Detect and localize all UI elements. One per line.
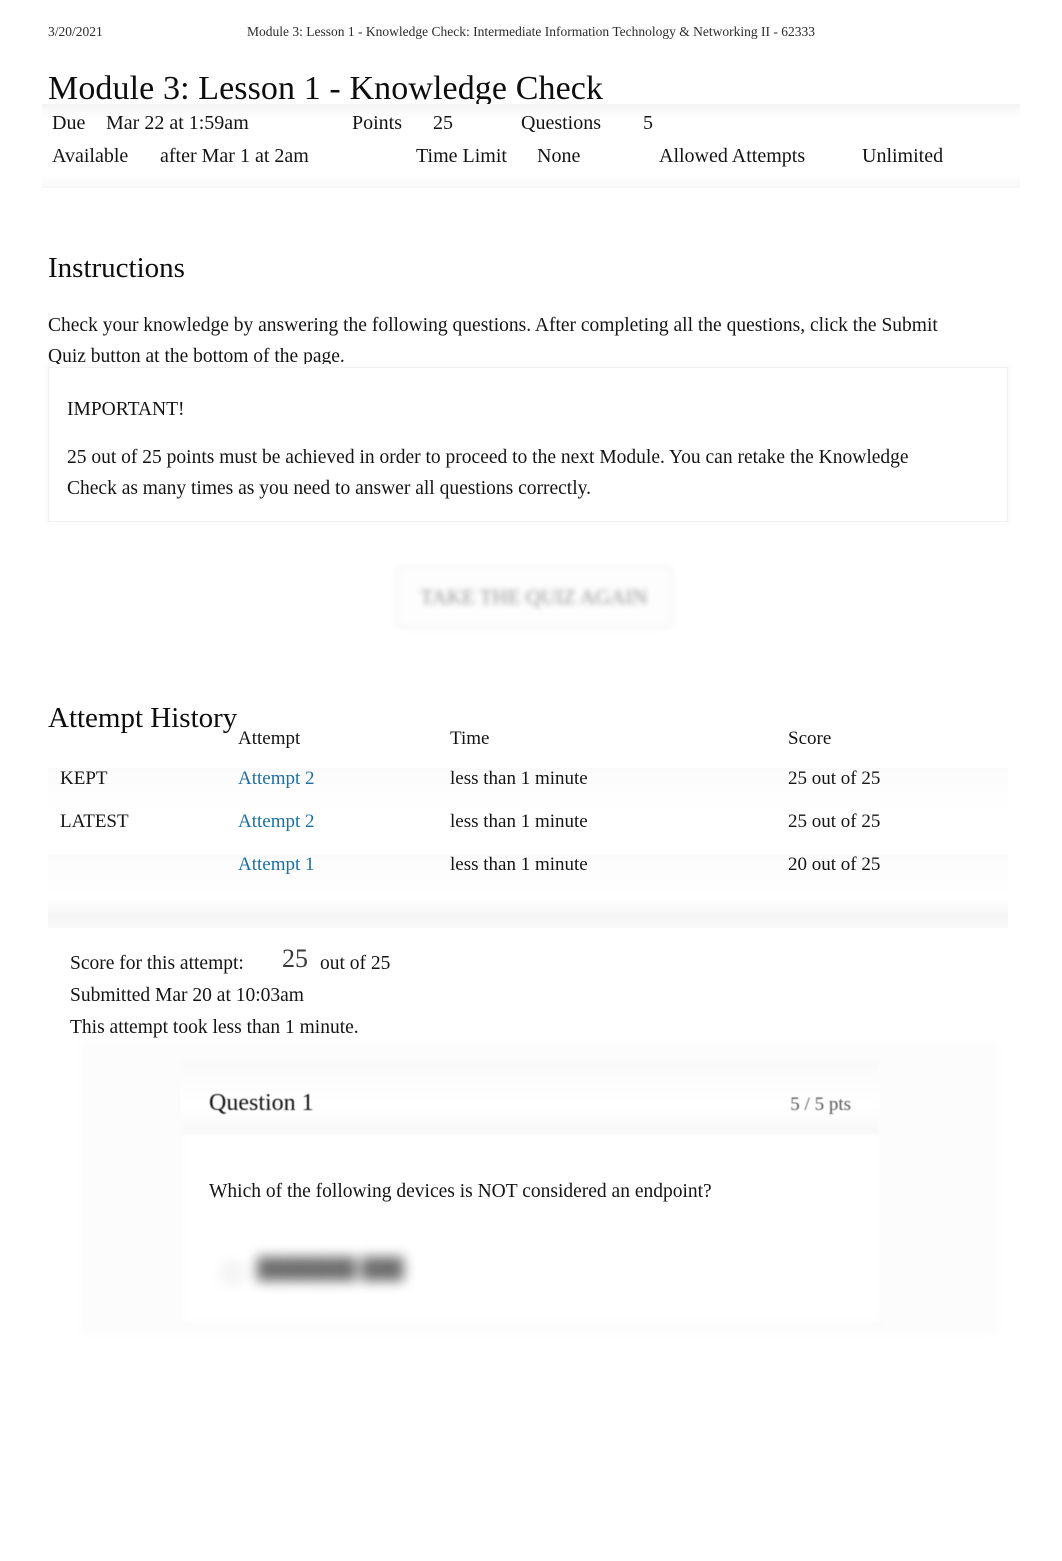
important-callout-body: 25 out of 25 points must be achieved in … [67,447,909,499]
question-title: Question 1 [209,1090,314,1116]
quiz-meta-row-1: Due Mar 22 at 1:59am Points 25 Questions… [42,112,1020,145]
submitted-line: Submitted Mar 20 at 10:03am [70,985,304,1006]
column-header-attempt: Attempt [238,728,301,749]
important-callout-title: IMPORTANT! [67,399,185,420]
due-label: Due [52,112,86,134]
table-row: KEPT Attempt 2 less than 1 minute 25 out… [48,768,1008,811]
radio-button-icon[interactable] [223,1264,242,1283]
table-row: LATEST Attempt 2 less than 1 minute 25 o… [48,811,1008,854]
attempt-link[interactable]: Attempt 2 [238,811,315,833]
available-value: after Mar 1 at 2am [160,145,309,167]
score-out-of: out of 25 [320,953,391,974]
allowed-attempts-value: Unlimited [862,145,944,167]
quiz-meta-band: Due Mar 22 at 1:59am Points 25 Questions… [42,104,1020,188]
instructions-heading: Instructions [48,252,185,285]
points-value: 25 [433,112,453,134]
row-time: less than 1 minute [450,854,588,875]
score-label: Score for this attempt: [70,953,244,974]
row-status-label: KEPT [60,768,108,789]
attempt-history-footer-band [48,898,1008,928]
due-value: Mar 22 at 1:59am [106,112,249,134]
instructions-body: Check your knowledge by answering the fo… [48,314,938,367]
attempt-summary: Score for this attempt: 25 out of 25 Sub… [70,944,970,1044]
score-value: 25 [282,944,308,973]
row-time: less than 1 minute [450,768,588,789]
duration-line: This attempt took less than 1 minute. [70,1017,359,1038]
retake-quiz-button-wrapper[interactable]: TAKE THE QUIZ AGAIN [396,566,672,628]
table-row: Attempt 1 less than 1 minute 20 out of 2… [48,854,1008,897]
column-header-time: Time [450,728,490,749]
important-callout: IMPORTANT! 25 out of 25 points must be a… [48,367,1008,522]
points-label: Points [352,112,403,134]
attempt-link[interactable]: Attempt 2 [238,768,315,790]
row-score: 25 out of 25 [788,768,881,789]
available-label: Available [52,145,129,167]
questions-label: Questions [521,112,601,134]
row-status-label: LATEST [60,811,129,832]
print-header: 3/20/2021 Module 3: Lesson 1 - Knowledge… [0,24,1062,44]
row-score: 25 out of 25 [788,811,881,832]
quiz-meta-row-2: Available after Mar 1 at 2am Time Limit … [42,145,1020,178]
time-limit-label: Time Limit [416,145,507,167]
take-the-quiz-again-button[interactable]: TAKE THE QUIZ AGAIN [396,566,672,628]
row-time: less than 1 minute [450,811,588,832]
allowed-attempts-label: Allowed Attempts [659,145,806,167]
questions-value: 5 [643,112,653,134]
question-1-card: Question 1 5 / 5 pts Which of the follow… [181,1062,879,1320]
table-header-row: Attempt Time Score [48,728,1008,768]
page-title: Module 3: Lesson 1 - Knowledge Check [48,69,604,107]
score-for-attempt-line: Score for this attempt: 25 out of 25 [70,944,970,980]
answer-option-label: ███████ ███ [257,1258,404,1280]
column-header-score: Score [788,728,832,749]
attempt-link[interactable]: Attempt 1 [238,854,315,876]
time-limit-value: None [537,145,581,167]
question-text: Which of the following devices is NOT co… [209,1181,712,1202]
print-document-title: Module 3: Lesson 1 - Knowledge Check: In… [247,24,815,39]
question-points: 5 / 5 pts [790,1094,851,1115]
attempt-history-table: Attempt Time Score KEPT Attempt 2 less t… [48,728,1008,897]
answer-option-row[interactable]: ███████ ███ [209,1252,629,1292]
row-score: 20 out of 25 [788,854,881,875]
